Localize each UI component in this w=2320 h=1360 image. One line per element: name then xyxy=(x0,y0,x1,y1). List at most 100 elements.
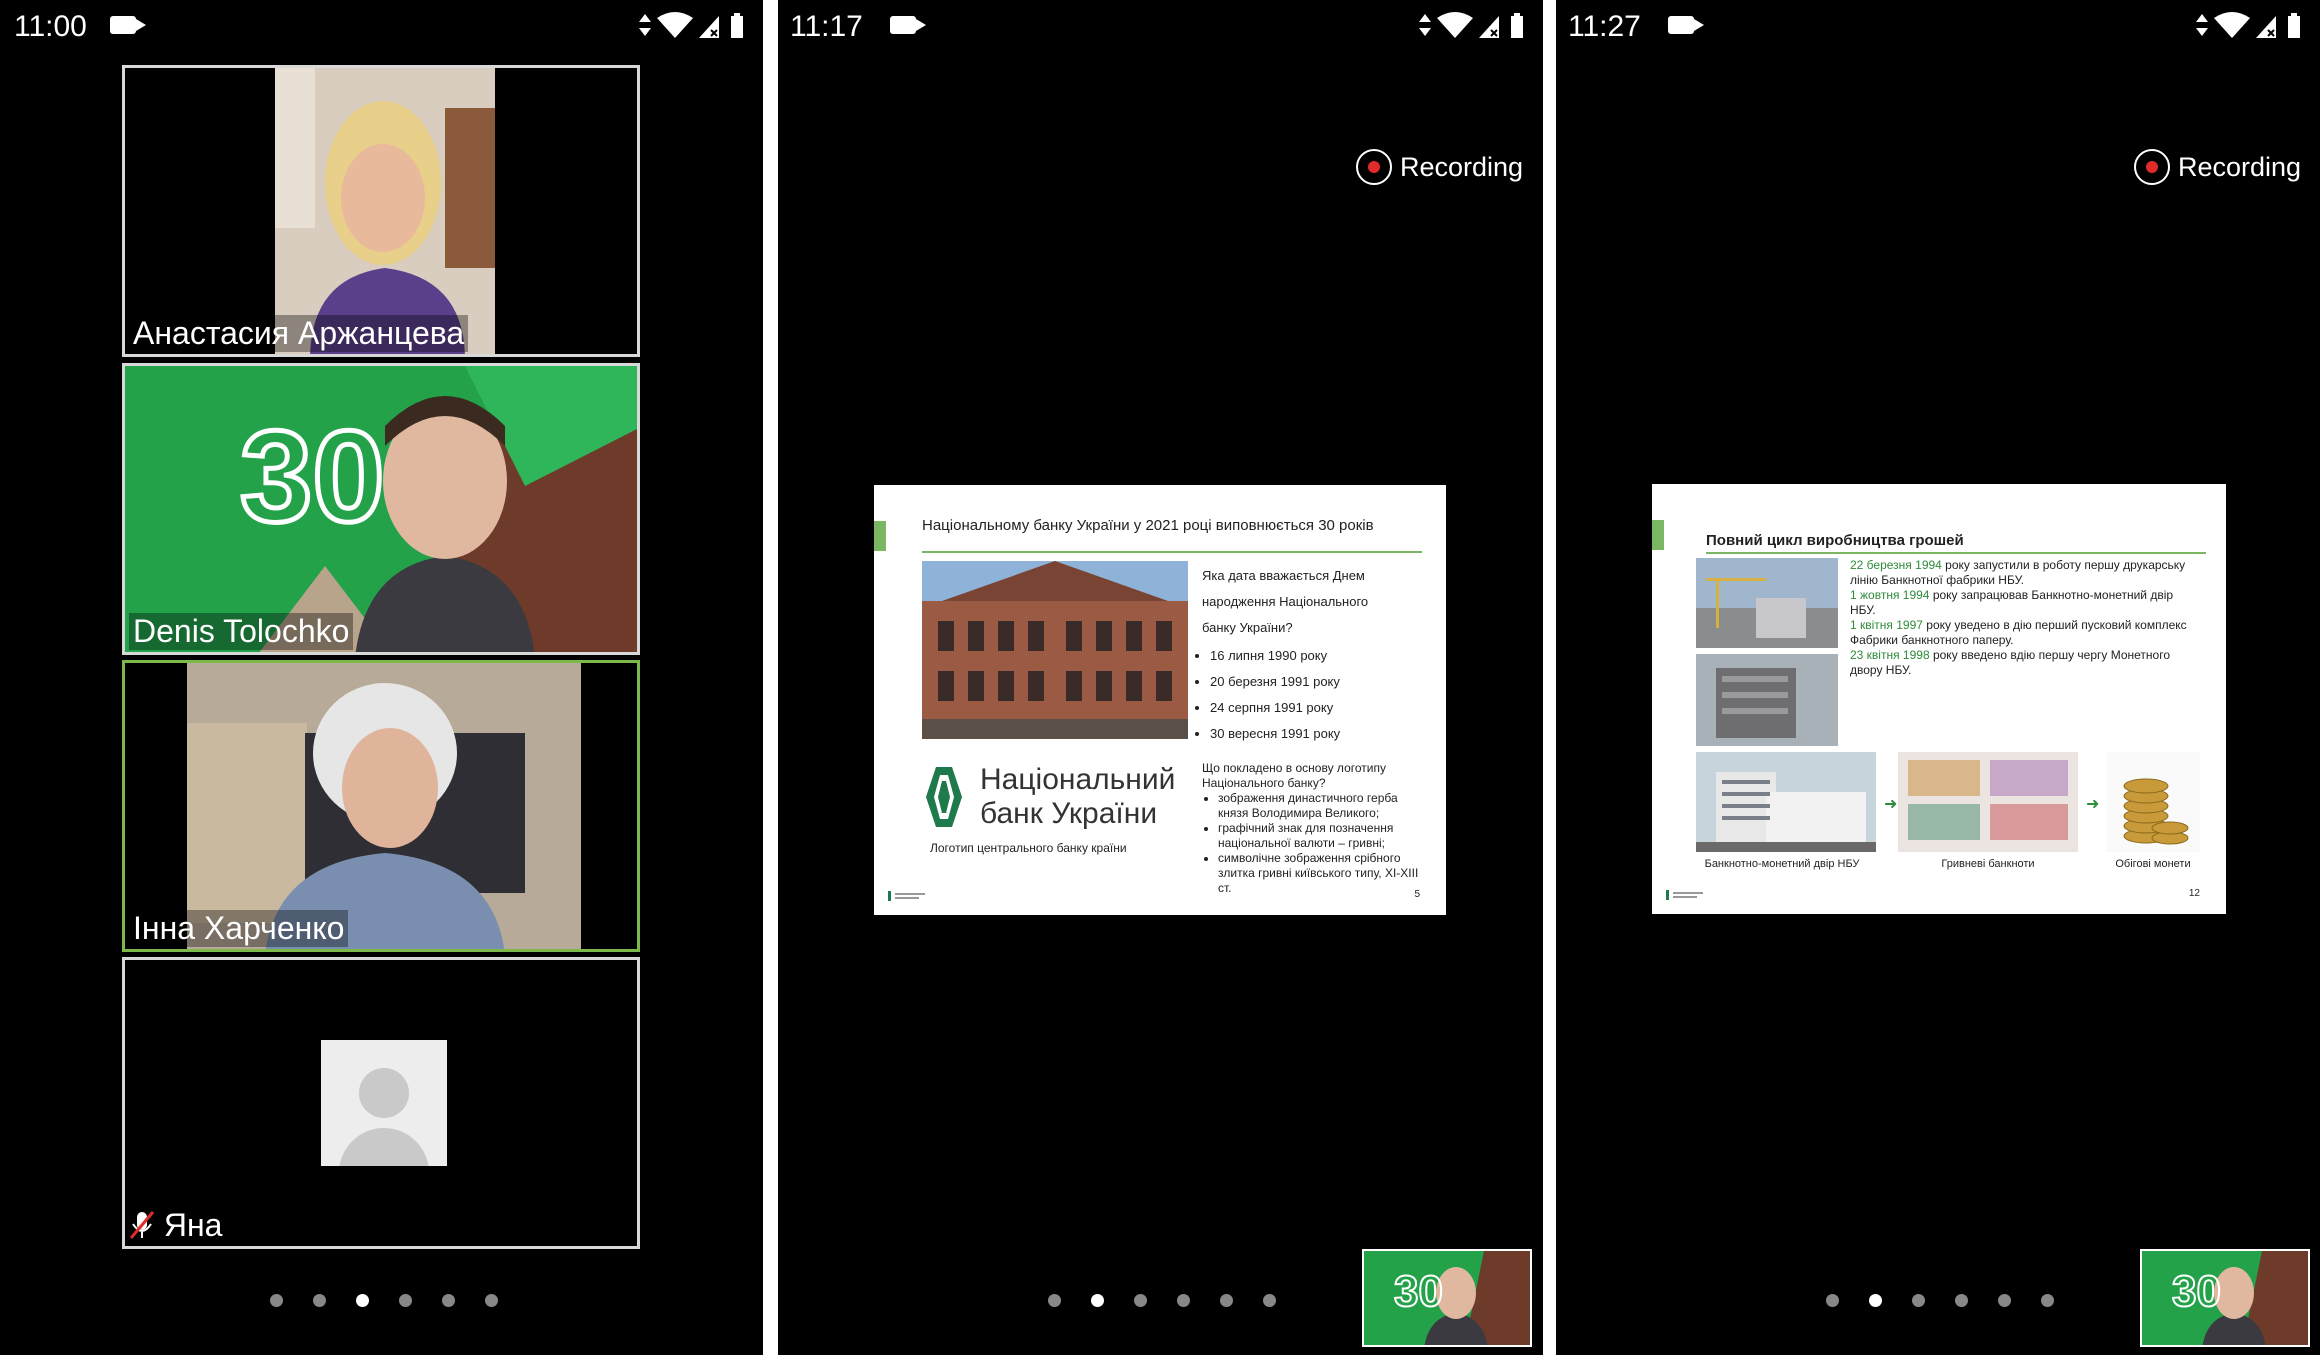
quiz-option: 20 березня 1991 року xyxy=(1210,669,1340,695)
participant-tile-active[interactable]: Інна Харченко xyxy=(122,660,640,952)
fact-date: 22 березня 1994 xyxy=(1850,558,1942,572)
image-caption: Обігові монети xyxy=(2115,858,2191,870)
page-dot[interactable] xyxy=(1220,1294,1233,1307)
page-indicator[interactable] xyxy=(1826,1294,2084,1310)
self-view-number: 30 xyxy=(2171,1266,2222,1317)
banknotes-image xyxy=(1898,752,2078,852)
page-dot[interactable] xyxy=(2041,1294,2054,1307)
title-underline xyxy=(1706,552,2206,554)
page-dot-active[interactable] xyxy=(1869,1294,1882,1307)
phone-screen-gallery: 11:00 Анастасия Аржанцева 30 Denis Toloc… xyxy=(0,0,763,1355)
background-number: 30 xyxy=(238,401,388,552)
phone-screen-share: 11:17 Recording Національному банку Укра… xyxy=(778,0,1543,1355)
participant-name: Яна xyxy=(163,1207,223,1243)
page-dot[interactable] xyxy=(1998,1294,2011,1307)
mic-off-icon xyxy=(129,1211,155,1239)
participant-tile[interactable]: 30 Denis Tolochko xyxy=(122,363,640,655)
system-icons xyxy=(2196,10,2306,40)
quiz-options: 16 липня 1990 року 20 березня 1991 року … xyxy=(1192,643,1340,747)
shared-slide: Повний цикл виробництва грошей 22 березн… xyxy=(1652,484,2226,914)
participant-tile[interactable]: Яна xyxy=(122,957,640,1249)
slide-title: Національному банку України у 2021 році … xyxy=(922,517,1374,534)
self-view-thumbnail[interactable]: 30 xyxy=(2140,1249,2310,1347)
page-dot[interactable] xyxy=(313,1294,326,1307)
nbu-logo-icon xyxy=(926,767,962,827)
video-camera-icon xyxy=(890,16,926,34)
record-icon xyxy=(1356,149,1392,185)
avatar-head xyxy=(359,1068,409,1118)
participant-video xyxy=(125,68,637,354)
page-dot[interactable] xyxy=(1048,1294,1061,1307)
image-caption: Банкнотно-монетний двір НБУ xyxy=(1704,858,1860,870)
page-indicator[interactable] xyxy=(270,1294,528,1310)
fact-item: 1 квітня 1997 року уведено в дію перший … xyxy=(1850,618,2200,648)
page-indicator[interactable] xyxy=(1048,1294,1306,1310)
logo-answer: графічний знак для позначення національн… xyxy=(1218,821,1428,851)
fact-item: 1 жовтня 1994 року запрацював Банкнотно-… xyxy=(1850,588,2200,618)
nbu-logo-text: Національний банк України xyxy=(980,763,1175,831)
title-underline xyxy=(922,551,1422,553)
fact-date: 23 квітня 1998 xyxy=(1850,648,1930,662)
participant-tile[interactable]: Анастасия Аржанцева xyxy=(122,65,640,357)
system-icons xyxy=(639,10,749,40)
fact-item: 22 березня 1994 року запустили в роботу … xyxy=(1850,558,2200,588)
page-dot[interactable] xyxy=(1912,1294,1925,1307)
participant-video xyxy=(125,663,637,949)
slide-page-number: 5 xyxy=(1414,889,1420,900)
status-time: 11:00 xyxy=(14,10,87,43)
logo-answer: символічне зображення срібного злитка гр… xyxy=(1218,851,1428,896)
fact-date: 1 квітня 1997 xyxy=(1850,618,1923,632)
page-dot[interactable] xyxy=(1826,1294,1839,1307)
participant-name-row: Яна xyxy=(129,1207,227,1244)
page-dot[interactable] xyxy=(1177,1294,1190,1307)
video-camera-icon xyxy=(1668,16,1704,34)
logo-line-1: Національний xyxy=(980,763,1176,796)
page-dot[interactable] xyxy=(270,1294,283,1307)
self-view-number: 30 xyxy=(1393,1266,1444,1317)
page-dot[interactable] xyxy=(442,1294,455,1307)
fact-date: 1 жовтня 1994 xyxy=(1850,588,1930,602)
page-dot[interactable] xyxy=(485,1294,498,1307)
logo-question: Що покладено в основу логотипу Національ… xyxy=(1202,761,1386,790)
page-dot[interactable] xyxy=(1955,1294,1968,1307)
record-icon xyxy=(2134,149,2170,185)
participant-name: Інна Харченко xyxy=(129,910,349,947)
quiz-option: 16 липня 1990 року xyxy=(1210,643,1340,669)
shared-slide: Національному банку України у 2021 році … xyxy=(874,485,1446,915)
page-dot-active[interactable] xyxy=(1091,1294,1104,1307)
arrow-right-icon: ➜ xyxy=(2086,796,2100,813)
default-avatar xyxy=(321,1040,447,1166)
status-bar: 11:00 xyxy=(0,0,763,50)
avatar-body xyxy=(339,1128,429,1166)
system-icons xyxy=(1419,10,1529,40)
slide-footer-logo xyxy=(1666,890,1707,900)
recording-label: Recording xyxy=(2178,152,2302,182)
page-dot-active[interactable] xyxy=(356,1294,369,1307)
construction-photos xyxy=(1696,558,1838,746)
logo-answer: зображення династичного герба князя Воло… xyxy=(1218,791,1428,821)
slide-footer-logo xyxy=(888,891,929,901)
coins-image xyxy=(2106,752,2200,852)
logo-answers: зображення династичного герба князя Воло… xyxy=(1204,791,1428,896)
video-camera-icon xyxy=(110,16,146,34)
quiz-option: 30 вересня 1991 року xyxy=(1210,721,1340,747)
bank-building-image xyxy=(922,561,1188,739)
page-dot[interactable] xyxy=(1134,1294,1147,1307)
participant-name: Denis Tolochko xyxy=(129,613,354,650)
slide-page-number: 12 xyxy=(2188,888,2200,899)
slide-title: Повний цикл виробництва грошей xyxy=(1706,532,1964,549)
participant-name: Анастасия Аржанцева xyxy=(129,315,469,352)
quiz-option: 24 серпня 1991 року xyxy=(1210,695,1340,721)
arrow-right-icon: ➜ xyxy=(1884,796,1898,813)
page-dot[interactable] xyxy=(399,1294,412,1307)
fact-item: 23 квітня 1998 року введено вдію першу ч… xyxy=(1850,648,2200,678)
logo-line-2: банк України xyxy=(980,797,1158,830)
recording-label: Recording xyxy=(1400,152,1524,182)
status-bar: 11:17 xyxy=(778,0,1543,50)
mint-building-image xyxy=(1696,752,1876,852)
page-dot[interactable] xyxy=(1263,1294,1276,1307)
self-view-thumbnail[interactable]: 30 xyxy=(1362,1249,1532,1347)
self-view-video xyxy=(2142,1251,2308,1345)
slide-accent-bar xyxy=(874,521,886,551)
phone-screen-share: 11:27 Recording Повний цикл виробництва … xyxy=(1556,0,2320,1355)
